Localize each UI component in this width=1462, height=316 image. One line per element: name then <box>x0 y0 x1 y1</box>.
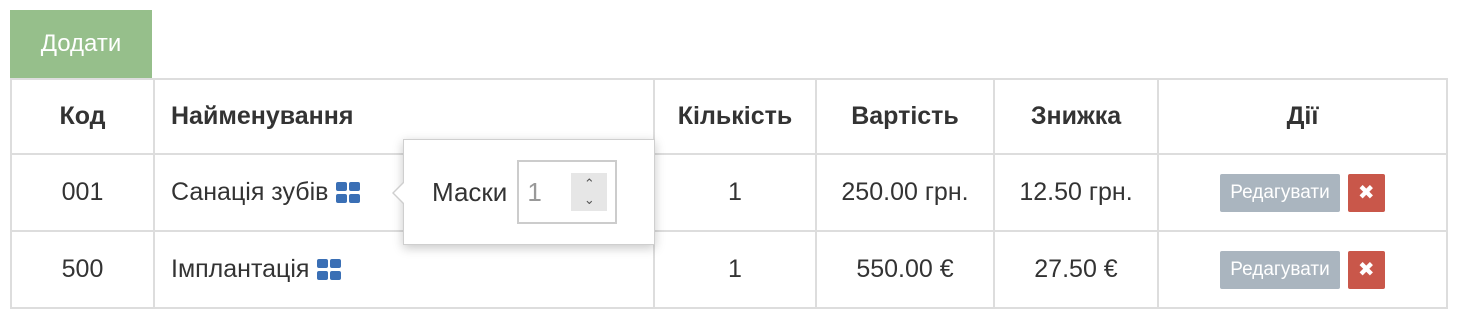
table-header-row: Код Найменування Кількість Вартість Зниж… <box>10 78 1448 155</box>
cell-actions: Редагувати ✖ <box>1157 153 1448 232</box>
header-discount: Знижка <box>993 78 1159 155</box>
add-button[interactable]: Додати <box>10 10 152 78</box>
header-quantity: Кількість <box>653 78 817 155</box>
grid-icon[interactable] <box>336 181 362 204</box>
table-row: 001 Санація зубів 1 250.00 грн. 12.50 гр… <box>10 153 1448 232</box>
edit-button[interactable]: Редагувати <box>1220 250 1340 289</box>
header-actions: Дії <box>1157 78 1448 155</box>
cell-discount: 27.50 € <box>993 230 1159 309</box>
edit-button[interactable]: Редагувати <box>1220 173 1340 212</box>
cell-price: 550.00 € <box>815 230 995 309</box>
masks-label: Маски <box>432 176 508 207</box>
grid-icon[interactable] <box>317 258 343 281</box>
chevron-up-icon[interactable]: ⌃ <box>584 176 595 192</box>
delete-button[interactable]: ✖ <box>1347 250 1385 289</box>
cell-code: 001 <box>10 153 155 232</box>
close-icon: ✖ <box>1357 182 1375 204</box>
cell-actions: Редагувати ✖ <box>1157 230 1448 309</box>
delete-button[interactable]: ✖ <box>1347 173 1385 212</box>
header-price: Вартість <box>815 78 995 155</box>
spinner-control[interactable]: ⌃ ⌄ <box>571 173 608 211</box>
cell-quantity: 1 <box>653 153 817 232</box>
cell-discount: 12.50 грн. <box>993 153 1159 232</box>
masks-quantity-stepper[interactable]: ⌃ ⌄ <box>517 160 618 224</box>
close-icon: ✖ <box>1357 259 1375 281</box>
item-name: Імплантація <box>171 255 310 283</box>
cell-quantity: 1 <box>653 230 817 309</box>
cell-price: 250.00 грн. <box>815 153 995 232</box>
item-name: Санація зубів <box>171 178 329 206</box>
masks-popover: Маски ⌃ ⌄ <box>392 139 655 245</box>
table-row: 500 Імплантація 1 550.00 € 27.50 € Редаг… <box>10 230 1448 309</box>
masks-quantity-input[interactable] <box>527 176 568 208</box>
header-code: Код <box>10 78 155 155</box>
items-table: Код Найменування Кількість Вартість Зниж… <box>10 78 1448 309</box>
chevron-down-icon[interactable]: ⌄ <box>584 192 595 208</box>
cell-code: 500 <box>10 230 155 309</box>
